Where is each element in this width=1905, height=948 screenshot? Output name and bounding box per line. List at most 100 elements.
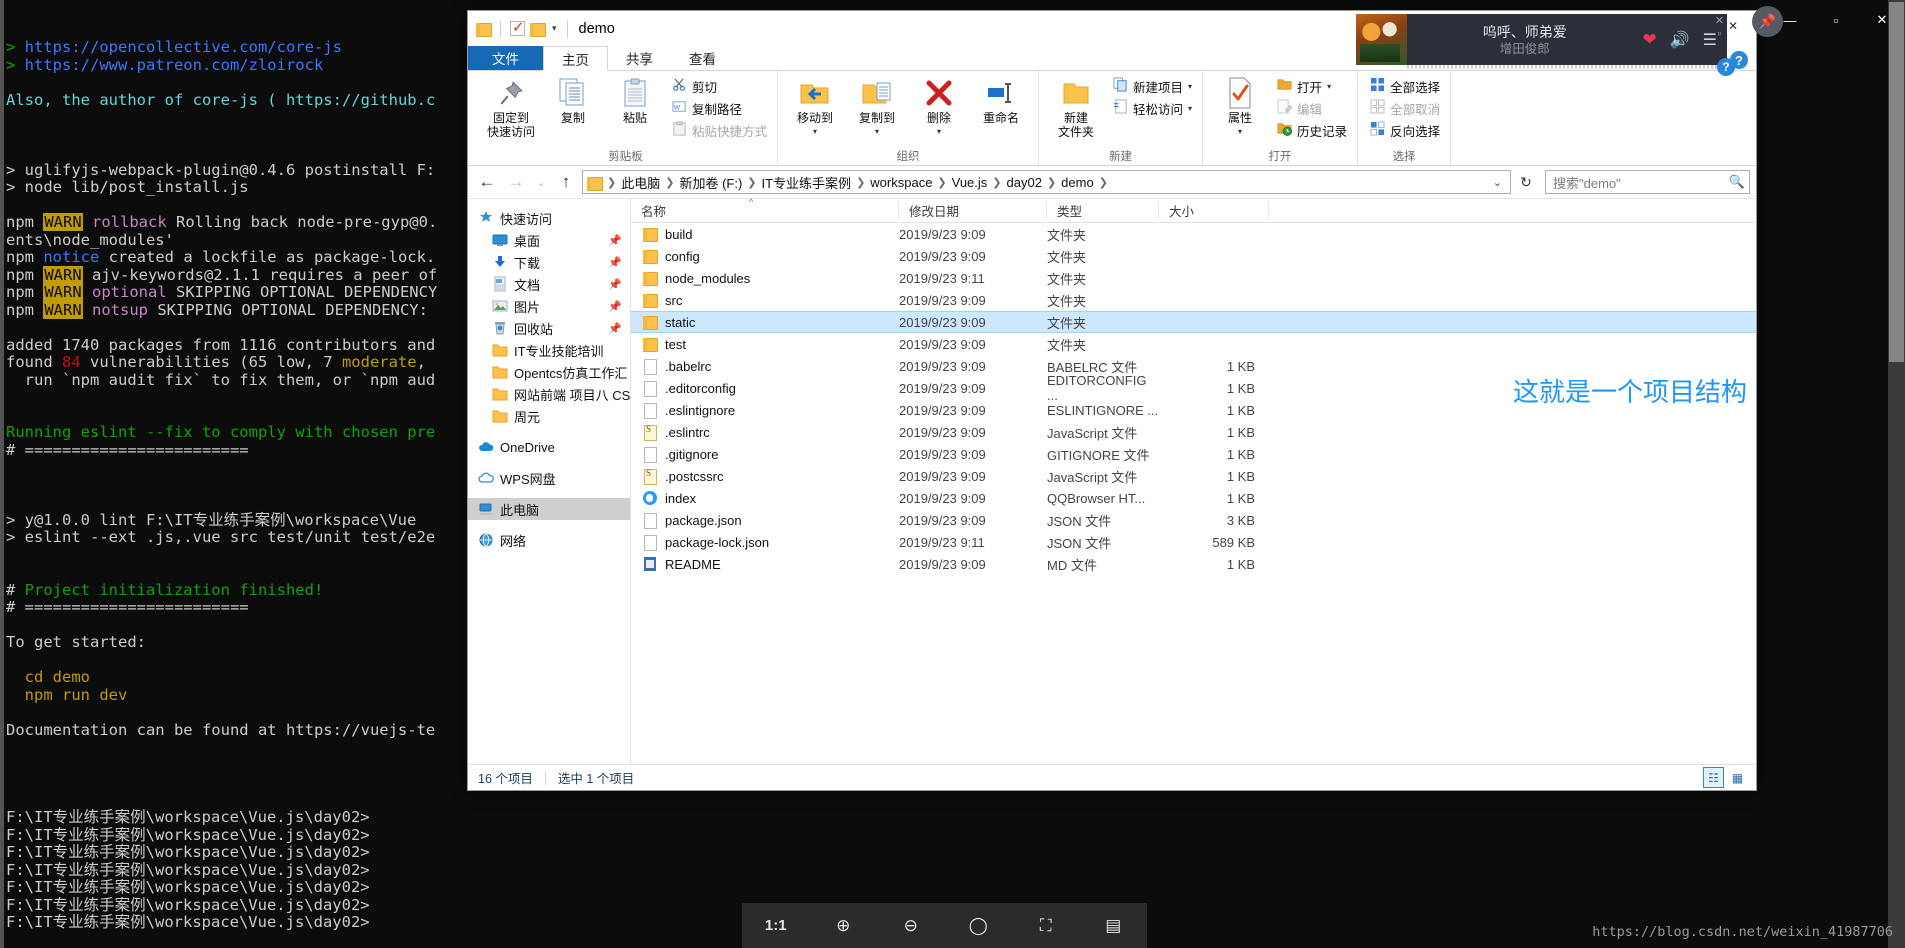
file-list-pane[interactable]: 名称修改日期类型大小^ build2019/9/23 9:09文件夹config… (631, 199, 1756, 764)
file-name-cell[interactable]: src (631, 293, 899, 308)
table-row[interactable]: .gitignore2019/9/23 9:09GITIGNORE 文件1 KB (631, 443, 1756, 465)
pin-icon[interactable]: 📌 (608, 234, 622, 247)
forward-button[interactable]: → (503, 169, 529, 195)
ribbon-button-invert-selection-icon[interactable]: 反向选择 (1366, 119, 1444, 141)
table-row[interactable]: node_modules2019/9/23 9:11文件夹 (631, 267, 1756, 289)
zoom-in-icon[interactable]: ⊕ (820, 910, 866, 942)
breadcrumb-dropdown-icon[interactable]: ⌄ (1487, 176, 1508, 189)
ribbon-button-copy-icon[interactable]: 复制 (542, 75, 604, 127)
os-window-buttons[interactable]: — ▫ ✕ (1760, 0, 1905, 40)
pan-icon[interactable]: ◯ (955, 910, 1001, 942)
close-icon[interactable]: ✕ (1715, 16, 1724, 27)
os-close-button[interactable]: ✕ (1859, 4, 1905, 36)
breadcrumb-item[interactable]: Vue.js (949, 175, 991, 190)
file-name-cell[interactable]: .gitignore (631, 447, 899, 462)
table-row[interactable]: package-lock.json2019/9/23 9:11JSON 文件58… (631, 531, 1756, 553)
sidebar-item-9[interactable]: 周元 (468, 405, 630, 427)
os-minimize-button[interactable]: — (1767, 4, 1813, 36)
column-header-1[interactable]: 修改日期 (899, 202, 1047, 220)
media-player-overlay[interactable]: 呜呼、师弟爱 增田俊郎 ❤ 🔊 ☰ ✕ ▫ (1356, 14, 1727, 65)
ribbon[interactable]: 固定到 快速访问复制粘贴剪切W复制路径粘贴快捷方式剪贴板移动到▾复制到▾删除▾重… (468, 71, 1756, 166)
player-window-buttons[interactable]: ✕ ▫ (1715, 16, 1724, 40)
ribbon-button-scissors-icon[interactable]: 剪切 (668, 75, 771, 97)
pin-icon[interactable]: 📌 (608, 300, 622, 313)
column-header-2[interactable]: 类型 (1047, 202, 1159, 220)
table-row[interactable]: package.json2019/9/23 9:09JSON 文件3 KB (631, 509, 1756, 531)
pin-icon[interactable]: 📌 (608, 278, 622, 291)
address-bar[interactable]: ← → ⌄ ↑ ❯此电脑❯新加卷 (F:)❯IT专业练手案例❯workspace… (468, 166, 1756, 198)
file-name-cell[interactable]: index (631, 491, 899, 506)
heart-icon[interactable]: ❤ (1642, 30, 1656, 50)
file-name-cell[interactable]: test (631, 337, 899, 352)
file-name-cell[interactable]: .editorconfig (631, 381, 899, 396)
os-maximize-button[interactable]: ▫ (1813, 4, 1859, 36)
back-button[interactable]: ← (474, 169, 500, 195)
player-help-button[interactable]: ? (1717, 58, 1735, 76)
sidebar-item-4[interactable]: 图片📌 (468, 295, 630, 317)
search-icon[interactable]: 🔍 (1729, 174, 1745, 190)
table-row[interactable]: src2019/9/23 9:09文件夹 (631, 289, 1756, 311)
ribbon-button-new-folder-icon[interactable]: 新建 文件夹 (1045, 75, 1107, 141)
table-row[interactable]: .eslintrc2019/9/23 9:09JavaScript 文件1 KB (631, 421, 1756, 443)
up-button[interactable]: ↑ (553, 169, 579, 195)
breadcrumb-item[interactable]: workspace (867, 175, 935, 190)
pin-icon[interactable]: 📌 (608, 322, 622, 335)
terminal-scrollbar[interactable] (1888, 0, 1905, 948)
save-icon[interactable]: ▤ (1090, 910, 1136, 942)
file-name-cell[interactable]: static (631, 315, 899, 330)
ribbon-button-new-item-icon[interactable]: 新建项目▾ (1109, 75, 1196, 97)
table-row[interactable]: index2019/9/23 9:09QQBrowser HT...1 KB (631, 487, 1756, 509)
view-toggle-group[interactable]: ☷ ▦ (1703, 767, 1748, 788)
file-name-cell[interactable]: node_modules (631, 271, 899, 286)
sidebar-item-11[interactable]: WPS网盘 (468, 467, 630, 489)
sidebar-item-12[interactable]: 此电脑 (468, 498, 630, 520)
sidebar-item-1[interactable]: 桌面📌 (468, 229, 630, 251)
pin-icon[interactable]: 📌 (608, 256, 622, 269)
crop-icon[interactable]: ⛶ (1023, 910, 1069, 942)
chevron-down-icon[interactable]: ▾ (1327, 82, 1331, 91)
ribbon-button-history-icon[interactable]: 历史记录 (1273, 119, 1351, 141)
tab-2[interactable]: 共享 (608, 45, 671, 70)
sidebar-item-6[interactable]: IT专业技能培训 (468, 339, 630, 361)
breadcrumb-item[interactable]: 新加卷 (F:) (676, 173, 745, 192)
sidebar-item-3[interactable]: 文档📌 (468, 273, 630, 295)
column-header-0[interactable]: 名称 (631, 202, 899, 220)
table-row[interactable]: test2019/9/23 9:09文件夹 (631, 333, 1756, 355)
file-name-cell[interactable]: .eslintignore (631, 403, 899, 418)
navigation-pane[interactable]: 快速访问桌面📌下载📌文档📌图片📌回收站📌IT专业技能培训Opentcs仿真工作汇… (468, 199, 631, 764)
ribbon-button-open-icon[interactable]: 打开▾ (1273, 75, 1351, 97)
breadcrumb-item[interactable]: 此电脑 (618, 173, 663, 192)
actual-size-icon[interactable]: 1:1 (753, 910, 799, 942)
breadcrumb-item[interactable]: day02 (1004, 175, 1045, 190)
search-input[interactable]: 搜索"demo" 🔍 (1545, 170, 1750, 194)
breadcrumb-item[interactable]: IT专业练手案例 (759, 173, 855, 192)
column-headers[interactable]: 名称修改日期类型大小^ (631, 199, 1756, 223)
sidebar-item-13[interactable]: 网络 (468, 529, 630, 551)
file-name-cell[interactable]: build (631, 227, 899, 242)
tab-0[interactable]: 文件 (468, 45, 543, 70)
restore-icon[interactable]: ▫ (1717, 29, 1721, 40)
ribbon-button-paste-shortcut-icon[interactable]: 粘贴快捷方式 (668, 119, 771, 141)
ribbon-button-copy-path-icon[interactable]: W复制路径 (668, 97, 771, 119)
properties-check-icon[interactable] (510, 21, 525, 36)
ribbon-button-paste-icon[interactable]: 粘贴 (604, 75, 666, 127)
file-name-cell[interactable]: .eslintrc (631, 425, 899, 440)
sidebar-item-5[interactable]: 回收站📌 (468, 317, 630, 339)
bottom-toolbar[interactable]: 1:1 ⊕ ⊖ ◯ ⛶ ▤ (742, 903, 1147, 948)
chevron-down-icon[interactable]: ▾ (813, 125, 817, 139)
ribbon-button-copy-to-icon[interactable]: 复制到▾ (846, 75, 908, 141)
recent-locations-button[interactable]: ⌄ (532, 169, 550, 195)
ribbon-button-properties-icon[interactable]: 属性▾ (1209, 75, 1271, 141)
table-row[interactable]: build2019/9/23 9:09文件夹 (631, 223, 1756, 245)
file-name-cell[interactable]: .babelrc (631, 359, 899, 374)
volume-icon[interactable]: 🔊 (1670, 30, 1690, 50)
quick-access-toolbar[interactable]: ▾ (476, 21, 557, 37)
table-row[interactable]: README2019/9/23 9:09MD 文件1 KB (631, 553, 1756, 575)
refresh-button[interactable]: ↻ (1514, 170, 1538, 194)
chevron-down-icon[interactable]: ▾ (875, 125, 879, 139)
zoom-out-icon[interactable]: ⊖ (888, 910, 934, 942)
tab-1[interactable]: 主页 (543, 46, 608, 71)
file-name-cell[interactable]: README (631, 557, 899, 572)
ribbon-button-edit-icon[interactable]: 编辑 (1273, 97, 1351, 119)
column-header-3[interactable]: 大小 (1159, 202, 1269, 220)
